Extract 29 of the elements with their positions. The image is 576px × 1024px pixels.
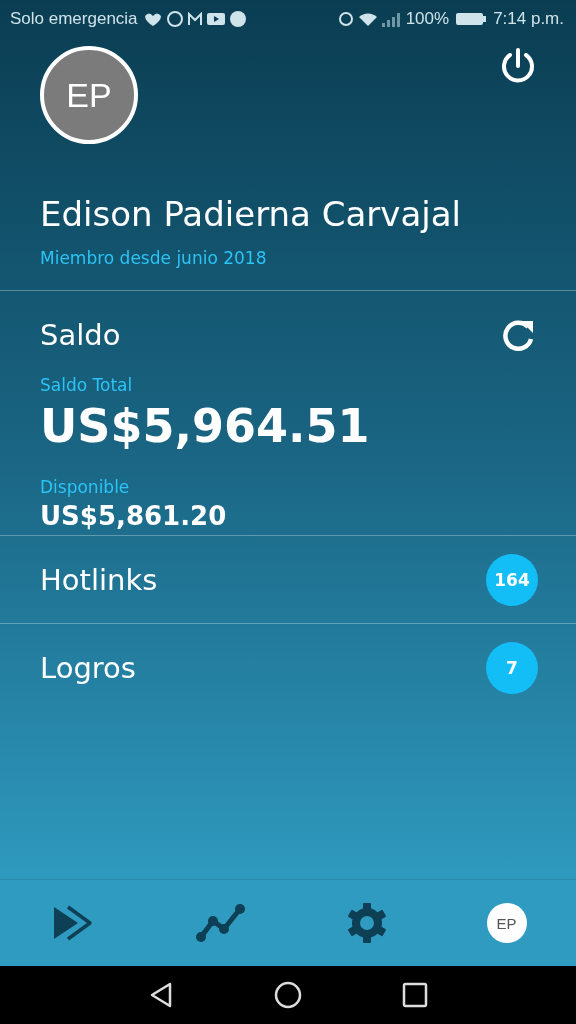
- back-icon[interactable]: [148, 981, 174, 1009]
- item-label: Hotlinks: [40, 562, 158, 597]
- mail-icon: [187, 12, 202, 26]
- profile-avatar[interactable]: EP: [486, 903, 527, 943]
- signal-icon: [381, 11, 400, 27]
- chart-line-icon[interactable]: [194, 903, 247, 943]
- list-item[interactable]: Hotlinks 164: [0, 536, 576, 623]
- total-balance: US$5,964.51: [40, 399, 371, 453]
- battery-icon: [455, 11, 488, 27]
- user-name: Edison Padierna Carvajal: [40, 194, 462, 234]
- available-label: Disponible: [40, 477, 131, 497]
- clock: 7:14 p.m.: [493, 9, 564, 29]
- home-icon[interactable]: [274, 981, 302, 1009]
- heart-icon: [143, 11, 162, 27]
- video-icon: [206, 13, 225, 25]
- total-label: Saldo Total: [40, 375, 134, 395]
- settings-icon[interactable]: [345, 902, 388, 944]
- status-text: Solo emergencia: [10, 9, 138, 29]
- available-balance: US$5,861.20: [40, 501, 228, 531]
- avatar: EP: [40, 46, 138, 144]
- recents-icon[interactable]: [402, 982, 428, 1008]
- count-badge: 164: [486, 553, 538, 606]
- section-title: Saldo: [40, 318, 121, 352]
- item-label: Logros: [40, 650, 136, 685]
- member-since: Miembro desde junio 2018: [40, 248, 268, 268]
- count-badge: 7: [486, 641, 538, 694]
- list-item[interactable]: Logros 7: [0, 624, 576, 711]
- battery-percentage: 100%: [405, 9, 450, 29]
- wifi-icon: [358, 12, 377, 26]
